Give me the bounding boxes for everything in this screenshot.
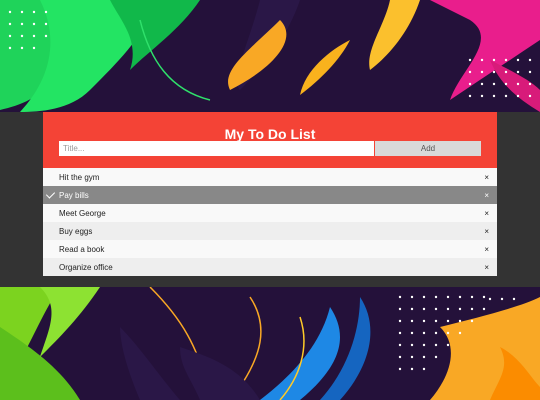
close-icon[interactable]: × xyxy=(484,227,489,236)
list-item[interactable]: Meet George × xyxy=(43,204,497,222)
close-icon[interactable]: × xyxy=(484,173,489,182)
list-item[interactable]: Buy eggs × xyxy=(43,222,497,240)
item-label: Hit the gym xyxy=(59,172,100,182)
item-label: Pay bills xyxy=(59,190,89,200)
todo-header: My To Do List Add xyxy=(43,112,497,168)
item-label: Read a book xyxy=(59,244,105,254)
title-input[interactable] xyxy=(59,141,374,156)
item-label: Meet George xyxy=(59,208,106,218)
close-icon[interactable]: × xyxy=(484,209,489,218)
item-label: Buy eggs xyxy=(59,226,93,236)
list-item[interactable]: Read a book × xyxy=(43,240,497,258)
close-icon[interactable]: × xyxy=(484,263,489,272)
list-item[interactable]: Hit the gym × xyxy=(43,168,497,186)
close-icon[interactable]: × xyxy=(484,191,489,200)
todo-list: Hit the gym × Pay bills × Meet George × … xyxy=(43,168,497,276)
list-item[interactable]: Pay bills × xyxy=(43,186,497,204)
item-label: Organize office xyxy=(59,262,113,272)
list-item[interactable]: Organize office × xyxy=(43,258,497,276)
checkmark-icon xyxy=(45,189,56,199)
todo-app: My To Do List Add Hit the gym × Pay bill… xyxy=(43,112,497,276)
close-icon[interactable]: × xyxy=(484,245,489,254)
wallpaper-top xyxy=(0,0,540,112)
wallpaper-bottom xyxy=(0,287,540,400)
page-title: My To Do List xyxy=(224,126,316,142)
add-button[interactable]: Add xyxy=(375,141,481,156)
